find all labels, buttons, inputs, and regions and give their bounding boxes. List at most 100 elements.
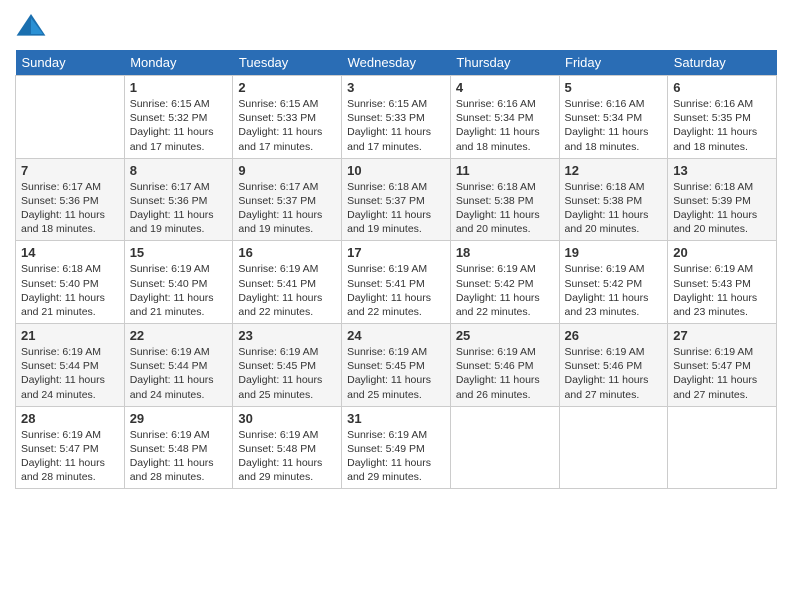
day-number: 9 <box>238 163 336 178</box>
day-info: Sunrise: 6:19 AM Sunset: 5:43 PM Dayligh… <box>673 262 771 319</box>
day-number: 8 <box>130 163 228 178</box>
day-info: Sunrise: 6:19 AM Sunset: 5:42 PM Dayligh… <box>456 262 554 319</box>
day-number: 27 <box>673 328 771 343</box>
day-number: 4 <box>456 80 554 95</box>
calendar-header-sunday: Sunday <box>16 50 125 76</box>
day-info: Sunrise: 6:18 AM Sunset: 5:38 PM Dayligh… <box>456 180 554 237</box>
calendar-cell: 28 Sunrise: 6:19 AM Sunset: 5:47 PM Dayli… <box>16 406 125 489</box>
day-info: Sunrise: 6:19 AM Sunset: 5:47 PM Dayligh… <box>21 428 119 485</box>
calendar-table: SundayMondayTuesdayWednesdayThursdayFrid… <box>15 50 777 489</box>
day-info: Sunrise: 6:16 AM Sunset: 5:35 PM Dayligh… <box>673 97 771 154</box>
day-number: 28 <box>21 411 119 426</box>
day-number: 31 <box>347 411 445 426</box>
day-number: 6 <box>673 80 771 95</box>
calendar-cell: 21Sunrise: 6:19 AM Sunset: 5:44 PM Dayli… <box>16 324 125 407</box>
day-number: 18 <box>456 245 554 260</box>
day-number: 7 <box>21 163 119 178</box>
calendar-cell: 3 Sunrise: 6:15 AM Sunset: 5:33 PM Daylig… <box>342 76 451 159</box>
calendar-cell <box>559 406 668 489</box>
day-number: 1 <box>130 80 228 95</box>
day-info: Sunrise: 6:18 AM Sunset: 5:38 PM Dayligh… <box>565 180 663 237</box>
calendar-cell <box>16 76 125 159</box>
day-number: 20 <box>673 245 771 260</box>
calendar-cell: 6 Sunrise: 6:16 AM Sunset: 5:35 PM Daylig… <box>668 76 777 159</box>
logo <box>15 10 51 42</box>
logo-icon <box>15 10 47 42</box>
day-number: 26 <box>565 328 663 343</box>
day-number: 13 <box>673 163 771 178</box>
day-info: Sunrise: 6:18 AM Sunset: 5:39 PM Dayligh… <box>673 180 771 237</box>
day-info: Sunrise: 6:15 AM Sunset: 5:33 PM Dayligh… <box>347 97 445 154</box>
calendar-cell: 8 Sunrise: 6:17 AM Sunset: 5:36 PM Daylig… <box>124 158 233 241</box>
calendar-week-1: 1 Sunrise: 6:15 AM Sunset: 5:32 PM Daylig… <box>16 76 777 159</box>
day-number: 23 <box>238 328 336 343</box>
day-info: Sunrise: 6:15 AM Sunset: 5:33 PM Dayligh… <box>238 97 336 154</box>
day-info: Sunrise: 6:17 AM Sunset: 5:36 PM Dayligh… <box>21 180 119 237</box>
day-number: 5 <box>565 80 663 95</box>
day-info: Sunrise: 6:19 AM Sunset: 5:47 PM Dayligh… <box>673 345 771 402</box>
day-number: 29 <box>130 411 228 426</box>
day-number: 11 <box>456 163 554 178</box>
day-number: 30 <box>238 411 336 426</box>
day-info: Sunrise: 6:18 AM Sunset: 5:37 PM Dayligh… <box>347 180 445 237</box>
header <box>15 10 777 42</box>
page-container: SundayMondayTuesdayWednesdayThursdayFrid… <box>0 0 792 612</box>
calendar-cell: 10 Sunrise: 6:18 AM Sunset: 5:37 PM Dayli… <box>342 158 451 241</box>
calendar-cell <box>450 406 559 489</box>
day-info: Sunrise: 6:16 AM Sunset: 5:34 PM Dayligh… <box>565 97 663 154</box>
day-info: Sunrise: 6:16 AM Sunset: 5:34 PM Dayligh… <box>456 97 554 154</box>
calendar-cell: 9 Sunrise: 6:17 AM Sunset: 5:37 PM Daylig… <box>233 158 342 241</box>
calendar-cell: 12 Sunrise: 6:18 AM Sunset: 5:38 PM Dayli… <box>559 158 668 241</box>
day-info: Sunrise: 6:19 AM Sunset: 5:48 PM Dayligh… <box>238 428 336 485</box>
day-number: 25 <box>456 328 554 343</box>
day-info: Sunrise: 6:19 AM Sunset: 5:45 PM Dayligh… <box>238 345 336 402</box>
calendar-cell: 20 Sunrise: 6:19 AM Sunset: 5:43 PM Dayli… <box>668 241 777 324</box>
day-info: Sunrise: 6:19 AM Sunset: 5:49 PM Dayligh… <box>347 428 445 485</box>
day-info: Sunrise: 6:17 AM Sunset: 5:37 PM Dayligh… <box>238 180 336 237</box>
day-info: Sunrise: 6:19 AM Sunset: 5:46 PM Dayligh… <box>565 345 663 402</box>
day-number: 10 <box>347 163 445 178</box>
calendar-cell: 7 Sunrise: 6:17 AM Sunset: 5:36 PM Daylig… <box>16 158 125 241</box>
calendar-header-thursday: Thursday <box>450 50 559 76</box>
calendar-cell: 13 Sunrise: 6:18 AM Sunset: 5:39 PM Dayli… <box>668 158 777 241</box>
day-info: Sunrise: 6:19 AM Sunset: 5:46 PM Dayligh… <box>456 345 554 402</box>
day-info: Sunrise: 6:19 AM Sunset: 5:40 PM Dayligh… <box>130 262 228 319</box>
day-info: Sunrise: 6:19 AM Sunset: 5:48 PM Dayligh… <box>130 428 228 485</box>
day-number: 22 <box>130 328 228 343</box>
calendar-cell: 14 Sunrise: 6:18 AM Sunset: 5:40 PM Dayli… <box>16 241 125 324</box>
day-number: 19 <box>565 245 663 260</box>
day-info: Sunrise: 6:19 AM Sunset: 5:42 PM Dayligh… <box>565 262 663 319</box>
calendar-header-monday: Monday <box>124 50 233 76</box>
calendar-cell: 27 Sunrise: 6:19 AM Sunset: 5:47 PM Dayli… <box>668 324 777 407</box>
day-info: Sunrise: 6:18 AM Sunset: 5:40 PM Dayligh… <box>21 262 119 319</box>
calendar-cell: 22 Sunrise: 6:19 AM Sunset: 5:44 PM Dayli… <box>124 324 233 407</box>
day-info: Sunrise: 6:17 AM Sunset: 5:36 PM Dayligh… <box>130 180 228 237</box>
calendar-cell <box>668 406 777 489</box>
calendar-cell: 1 Sunrise: 6:15 AM Sunset: 5:32 PM Daylig… <box>124 76 233 159</box>
day-number: 12 <box>565 163 663 178</box>
day-info: Sunrise: 6:15 AM Sunset: 5:32 PM Dayligh… <box>130 97 228 154</box>
day-number: 17 <box>347 245 445 260</box>
day-number: 15 <box>130 245 228 260</box>
day-info: Sunrise: 6:19 AM Sunset: 5:44 PM Dayligh… <box>130 345 228 402</box>
calendar-cell: 29 Sunrise: 6:19 AM Sunset: 5:48 PM Dayli… <box>124 406 233 489</box>
day-number: 2 <box>238 80 336 95</box>
day-number: 14 <box>21 245 119 260</box>
calendar-week-3: 14 Sunrise: 6:18 AM Sunset: 5:40 PM Dayli… <box>16 241 777 324</box>
calendar-header-wednesday: Wednesday <box>342 50 451 76</box>
calendar-cell: 5 Sunrise: 6:16 AM Sunset: 5:34 PM Daylig… <box>559 76 668 159</box>
day-info: Sunrise: 6:19 AM Sunset: 5:45 PM Dayligh… <box>347 345 445 402</box>
day-info: Sunrise: 6:19 AM Sunset: 5:41 PM Dayligh… <box>347 262 445 319</box>
calendar-week-4: 21 Sunrise: 6:19 AM Sunset: 5:44 PM Dayli… <box>16 324 777 407</box>
calendar-cell: 30 Sunrise: 6:19 AM Sunset: 5:48 PM Dayli… <box>233 406 342 489</box>
calendar-cell: 4 Sunrise: 6:16 AM Sunset: 5:34 PM Daylig… <box>450 76 559 159</box>
day-number: 3 <box>347 80 445 95</box>
day-number: 16 <box>238 245 336 260</box>
calendar-week-2: 7 Sunrise: 6:17 AM Sunset: 5:36 PM Daylig… <box>16 158 777 241</box>
calendar-cell: 2 Sunrise: 6:15 AM Sunset: 5:33 PM Daylig… <box>233 76 342 159</box>
day-number: 24 <box>347 328 445 343</box>
calendar-cell: 16Sunrise: 6:19 AM Sunset: 5:41 PM Dayli… <box>233 241 342 324</box>
day-number: 21 <box>21 328 119 343</box>
calendar-cell: 24 Sunrise: 6:19 AM Sunset: 5:45 PM Dayli… <box>342 324 451 407</box>
calendar-cell: 26 Sunrise: 6:19 AM Sunset: 5:46 PM Dayli… <box>559 324 668 407</box>
